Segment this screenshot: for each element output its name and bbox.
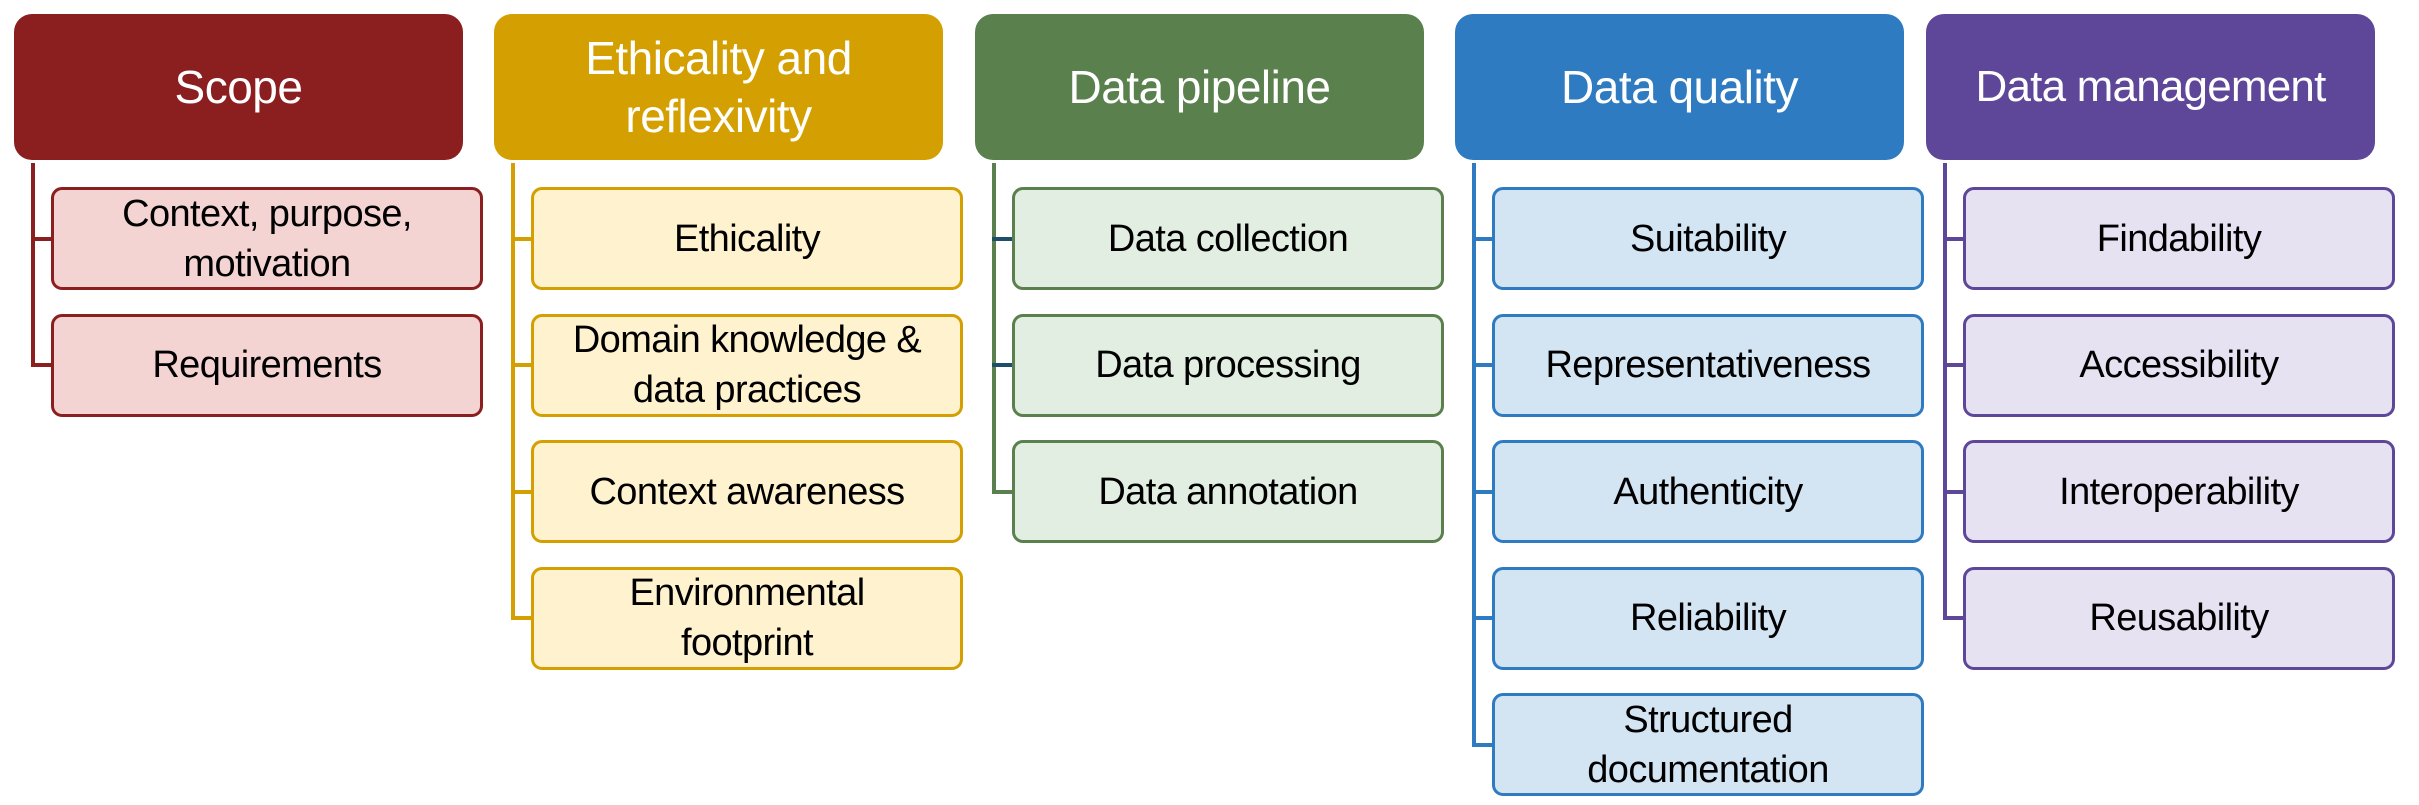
connector-line	[1472, 163, 1476, 747]
connector-line	[1943, 163, 1947, 620]
category-item-authenticity: Authenticity	[1492, 440, 1924, 543]
category-item-ethicality: Ethicality	[531, 187, 963, 290]
connector-tick	[1472, 742, 1493, 747]
category-item-reusability: Reusability	[1963, 566, 2395, 670]
category-item-findability: Findability	[1963, 187, 2395, 290]
category-item-data-collection: Data collection	[1012, 187, 1444, 290]
connector-tick	[1943, 489, 1964, 494]
category-header-data-pipeline: Data pipeline	[975, 14, 1424, 160]
category-item-requirements: Requirements	[51, 313, 483, 417]
category-item-representativeness: Representativeness	[1492, 313, 1924, 417]
connector-tick	[1943, 236, 1964, 241]
category-item-suitability: Suitability	[1492, 187, 1924, 290]
category-item-reliability: Reliability	[1492, 566, 1924, 670]
connector-line	[992, 163, 996, 494]
taxonomy-diagram: Scope Context, purpose, motivation Requirem…	[0, 0, 2419, 805]
connector-tick	[511, 363, 532, 367]
connector-line	[511, 163, 515, 620]
category-header-data-management: Data management	[1926, 14, 2375, 160]
category-header-scope: Scope	[14, 14, 463, 160]
connector-tick	[511, 616, 532, 620]
category-item-context-purpose-motivation: Context, purpose, motivation	[51, 187, 483, 290]
connector-tick	[1472, 489, 1493, 494]
category-item-data-annotation: Data annotation	[1012, 440, 1444, 543]
connector-line	[31, 163, 35, 367]
connector-tick	[992, 363, 1013, 367]
connector-tick	[992, 236, 1013, 241]
connector-tick	[511, 236, 532, 241]
connector-tick	[31, 363, 52, 367]
connector-tick	[1472, 616, 1493, 620]
category-item-context-awareness: Context awareness	[531, 440, 963, 543]
connector-tick	[1472, 363, 1493, 367]
connector-tick	[31, 236, 52, 241]
connector-tick	[1943, 616, 1964, 620]
category-header-data-quality: Data quality	[1455, 14, 1904, 160]
connector-tick	[992, 489, 1013, 494]
category-item-structured-documentation: Structured documentation	[1492, 693, 1924, 796]
category-item-environmental-footprint: Environmental footprint	[531, 566, 963, 670]
category-item-accessibility: Accessibility	[1963, 313, 2395, 417]
category-item-data-processing: Data processing	[1012, 313, 1444, 417]
category-item-interoperability: Interoperability	[1963, 440, 2395, 543]
connector-tick	[1472, 236, 1493, 241]
category-item-domain-knowledge-data-practices: Domain knowledge & data practices	[531, 313, 963, 417]
connector-tick	[511, 489, 532, 494]
category-header-ethicality-and-reflexivity: Ethicality and reflexivity	[494, 14, 943, 160]
connector-tick	[1943, 363, 1964, 367]
